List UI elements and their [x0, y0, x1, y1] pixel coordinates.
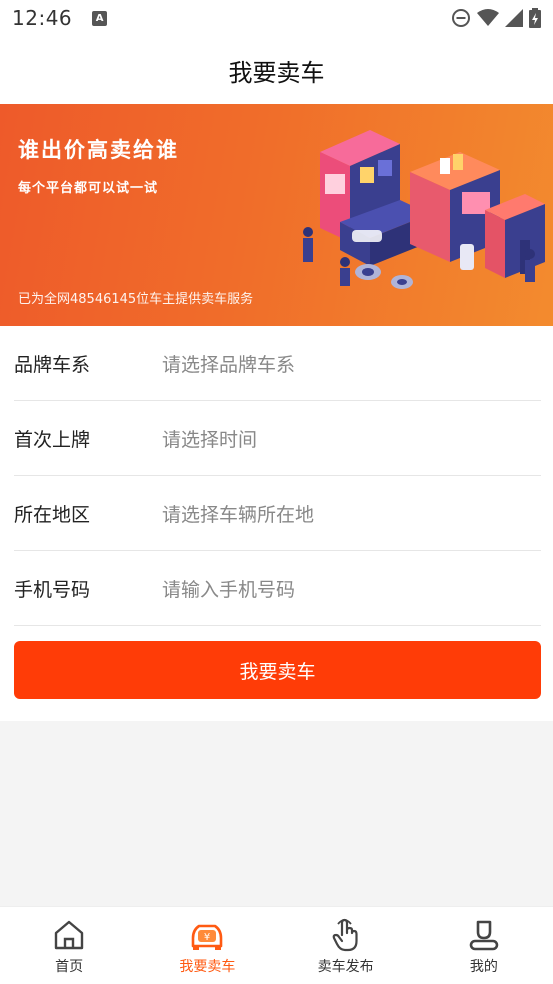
page-header: 我要卖车	[0, 36, 553, 104]
tab-label: 首页	[55, 959, 84, 975]
battery-charging-icon	[529, 8, 541, 28]
notification-badge-icon: A	[92, 10, 108, 26]
page-title: 我要卖车	[228, 58, 325, 87]
profile-icon	[466, 917, 502, 953]
phone-field[interactable]: 手机号码 请输入手机号码	[14, 551, 541, 626]
brand-series-field[interactable]: 品牌车系 请选择品牌车系	[14, 326, 541, 401]
wifi-icon	[477, 9, 499, 26]
phone-input[interactable]: 请输入手机号码	[162, 575, 295, 602]
banner-subtitle: 每个平台都可以试一试	[18, 181, 159, 196]
signal-icon	[505, 9, 523, 27]
field-label: 首次上牌	[14, 428, 91, 451]
tab-sell-publish[interactable]: 卖车发布	[277, 907, 415, 984]
first-registration-field[interactable]: 首次上牌 请选择时间	[14, 401, 541, 476]
bottom-tab-bar: 首页 ¥ 我要卖车 卖车发布 我的	[0, 906, 553, 984]
sell-car-button[interactable]: 我要卖车	[14, 641, 541, 699]
sell-car-icon: ¥	[189, 917, 225, 953]
field-label: 所在地区	[14, 503, 91, 526]
tab-label: 我的	[469, 959, 498, 975]
do-not-disturb-icon	[452, 9, 470, 27]
tab-profile[interactable]: 我的	[415, 907, 553, 984]
tab-label: 卖车发布	[317, 959, 374, 975]
promo-banner[interactable]: 谁出价高卖给谁 每个平台都可以试一试 已为全网48546145位车主提供卖车服务	[0, 104, 553, 326]
field-label: 手机号码	[14, 578, 91, 601]
brand-series-select[interactable]: 请选择品牌车系	[162, 350, 295, 377]
status-time: 12:46	[12, 6, 73, 30]
field-label: 品牌车系	[14, 353, 91, 376]
tab-home[interactable]: 首页	[0, 907, 138, 984]
region-field[interactable]: 所在地区 请选择车辆所在地	[14, 476, 541, 551]
home-icon	[51, 917, 87, 953]
tab-sell-car[interactable]: ¥ 我要卖车	[138, 907, 276, 984]
region-select[interactable]: 请选择车辆所在地	[162, 500, 314, 527]
banner-stats: 已为全网48546145位车主提供卖车服务	[18, 292, 254, 307]
tab-label: 我要卖车	[179, 959, 236, 975]
status-icons	[451, 8, 541, 28]
svg-text:¥: ¥	[204, 932, 210, 943]
status-bar: 12:46 A	[0, 0, 553, 36]
first-registration-select[interactable]: 请选择时间	[162, 425, 257, 452]
garage-illustration	[303, 130, 545, 289]
tap-hand-icon	[328, 917, 364, 953]
banner-title: 谁出价高卖给谁	[18, 137, 179, 162]
